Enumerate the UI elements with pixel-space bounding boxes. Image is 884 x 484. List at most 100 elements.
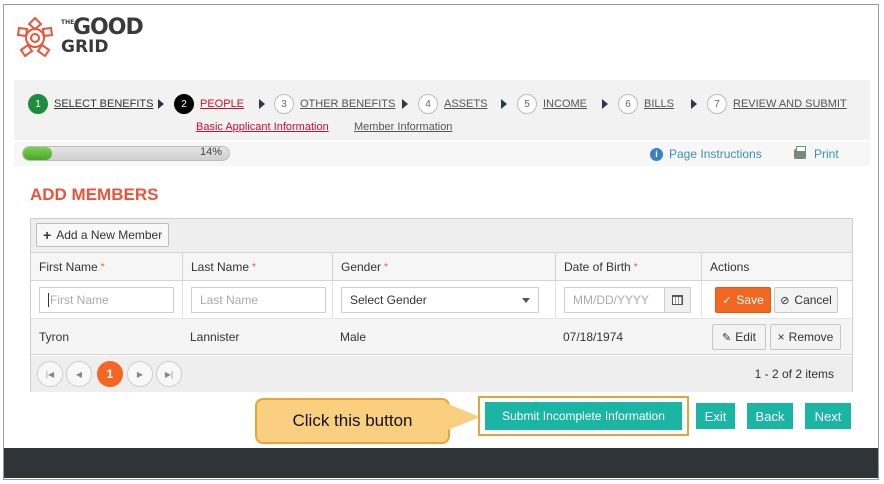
cancel-button[interactable]: ⊘ Cancel <box>774 287 838 313</box>
callout-pointer <box>448 404 480 430</box>
step-label: ASSETS <box>444 98 488 110</box>
step-number: 7 <box>707 94 727 114</box>
exit-button[interactable]: Exit <box>696 403 735 429</box>
page-footer <box>4 448 878 478</box>
dob-cell: MM/DD/YYYY <box>555 281 701 318</box>
step-arrow-icon <box>501 99 507 109</box>
column-header-date-of-birth[interactable]: Date of Birth * <box>555 253 701 281</box>
application-steps: 1 SELECT BENEFITS 2 PEOPLE 3 OTHER BENEF… <box>14 80 870 140</box>
edit-button[interactable]: ✎ Edit <box>712 324 766 350</box>
add-member-button[interactable]: + Add a New Member <box>36 223 170 247</box>
gender-value: Male <box>340 330 367 344</box>
required-marker: * <box>384 261 388 273</box>
step-people[interactable]: 2 PEOPLE <box>174 94 244 114</box>
column-header-actions: Actions <box>701 253 852 281</box>
column-label: Date of Birth <box>564 260 631 274</box>
next-button[interactable]: Next <box>805 403 851 429</box>
print-label: Print <box>814 147 839 161</box>
step-review-and-submit[interactable]: 7 REVIEW AND SUBMIT <box>707 94 847 114</box>
gender-select[interactable]: Select Gender <box>341 287 539 313</box>
add-member-label: Add a New Member <box>56 228 163 242</box>
page-number-current[interactable]: 1 <box>97 361 123 387</box>
column-label: Gender <box>341 260 382 274</box>
progress-percent: 14% <box>200 146 223 158</box>
dob-input[interactable]: MM/DD/YYYY <box>564 287 691 313</box>
dob-placeholder: MM/DD/YYYY <box>573 293 650 307</box>
last-name-input[interactable]: Last Name <box>191 287 326 313</box>
last-page-icon[interactable]: ▶| <box>156 361 182 387</box>
save-button[interactable]: ✓ Save <box>715 287 771 313</box>
grid-header: First Name * Last Name * Gender * Date of B… <box>31 253 852 281</box>
step-label: OTHER BENEFITS <box>300 98 396 110</box>
calendar-button[interactable] <box>664 288 690 312</box>
submit-incomplete-button[interactable]: Submit Incomplete Information <box>485 402 682 430</box>
members-grid: + Add a New Member First Name * Last Name… <box>30 218 853 392</box>
step-number: 2 <box>174 94 194 114</box>
logo-the: THE <box>61 19 75 26</box>
logo-icon <box>16 16 54 58</box>
required-marker: * <box>633 261 638 273</box>
required-marker: * <box>100 261 105 273</box>
callout-tooltip: Click this button <box>255 398 450 444</box>
chevron-down-icon <box>522 298 530 303</box>
first-page-icon[interactable]: |◀ <box>37 361 63 387</box>
step-number: 1 <box>28 94 48 114</box>
step-arrow-icon <box>691 99 697 109</box>
printer-icon <box>794 146 806 159</box>
table-row[interactable]: Tyron Lannister Male 07/18/1974 ✎ Edit ×… <box>31 319 852 355</box>
step-arrow-icon <box>259 99 265 109</box>
step-assets[interactable]: 4 ASSETS <box>418 94 487 114</box>
step-select-benefits[interactable]: 1 SELECT BENEFITS <box>28 94 153 114</box>
step-label: INCOME <box>543 98 587 110</box>
plus-icon: + <box>43 227 52 243</box>
substep-member-information[interactable]: Member Information <box>354 121 452 133</box>
print-link[interactable]: Print <box>794 146 839 161</box>
column-header-gender[interactable]: Gender * <box>332 253 555 281</box>
first-name-value: Tyron <box>39 330 70 344</box>
step-label: REVIEW AND SUBMIT <box>733 98 847 110</box>
logo-good: GOOD <box>73 15 144 40</box>
grid-pager: |◀ ◀ 1 ▶ ▶| 1 - 2 of 2 items <box>31 356 852 392</box>
column-label: Last Name <box>191 260 250 274</box>
edit-label: Edit <box>735 330 756 344</box>
previous-page-icon[interactable]: ◀ <box>66 361 92 387</box>
progress-row: 14% i Page Instructions Print <box>14 142 870 166</box>
pencil-icon: ✎ <box>722 331 732 344</box>
required-marker: * <box>252 261 256 273</box>
column-label: First Name <box>39 260 98 274</box>
back-button[interactable]: Back <box>747 403 793 429</box>
dob-value: 07/18/1974 <box>563 330 624 344</box>
step-number: 5 <box>517 94 537 114</box>
page-instructions-label: Page Instructions <box>669 147 762 161</box>
column-header-first-name[interactable]: First Name * <box>31 253 182 281</box>
calendar-icon <box>672 295 683 305</box>
next-page-icon[interactable]: ▶ <box>127 361 153 387</box>
step-income[interactable]: 5 INCOME <box>517 94 587 114</box>
substep-basic-applicant-information[interactable]: Basic Applicant Information <box>196 121 329 133</box>
step-other-benefits[interactable]: 3 OTHER BENEFITS <box>274 94 395 114</box>
remove-button[interactable]: × Remove <box>770 324 841 350</box>
info-icon: i <box>650 147 663 161</box>
step-arrow-icon <box>158 99 164 109</box>
page-instructions-link[interactable]: i Page Instructions <box>650 147 762 161</box>
good-grid-logo[interactable]: THE GOOD GRID <box>14 14 144 62</box>
step-arrow-icon <box>402 99 408 109</box>
gender-select-value: Select Gender <box>350 293 427 307</box>
last-name-cell: Last Name <box>182 281 332 318</box>
close-icon: × <box>777 330 785 344</box>
step-label: PEOPLE <box>200 98 245 110</box>
progress-fill <box>23 147 52 160</box>
step-label: SELECT BENEFITS <box>54 98 154 110</box>
page-title: ADD MEMBERS <box>30 185 159 204</box>
logo-grid: GRID <box>61 37 109 57</box>
step-bills[interactable]: 6 BILLS <box>618 94 674 114</box>
new-member-edit-row: First Name Last Name Select Gender MM/DD… <box>31 281 852 319</box>
column-header-last-name[interactable]: Last Name * <box>182 253 332 281</box>
column-label: Actions <box>710 260 750 274</box>
step-number: 6 <box>618 94 638 114</box>
first-name-cell: First Name <box>31 281 182 318</box>
grid-toolbar: + Add a New Member <box>31 219 852 253</box>
checkmark-icon: ✓ <box>722 294 732 307</box>
save-label: Save <box>736 293 764 307</box>
first-name-input[interactable]: First Name <box>39 287 174 313</box>
